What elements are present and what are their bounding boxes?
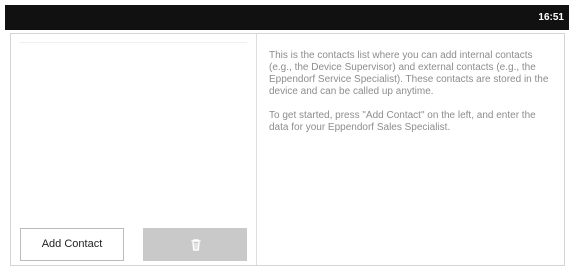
status-bar: 16:51 (5, 5, 569, 30)
add-contact-button[interactable]: Add Contact (20, 228, 124, 261)
info-paragraph-1: This is the contacts list where you can … (269, 50, 549, 97)
delete-contact-button[interactable] (143, 228, 247, 261)
trash-icon (191, 239, 201, 251)
panel-divider (256, 34, 257, 265)
contacts-list-top-divider (19, 42, 247, 43)
device-screen: 16:51 Add Contact This is the contacts l… (0, 0, 571, 270)
clock: 16:51 (538, 12, 564, 23)
contacts-info: This is the contacts list where you can … (269, 50, 554, 146)
info-paragraph-2: To get started, press "Add Contact" on t… (269, 110, 536, 133)
contacts-content: Add Contact This is the contacts list wh… (10, 33, 565, 266)
contacts-list-panel: Add Contact (11, 34, 256, 265)
